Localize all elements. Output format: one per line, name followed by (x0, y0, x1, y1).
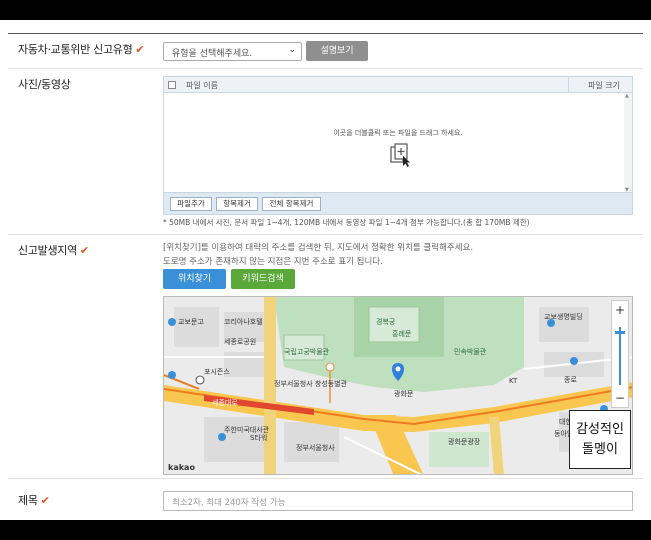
location-map[interactable]: 교보문고 광화문 광화문광장 정부서울청사 세종대로 종로 경복궁 흥례문 민속… (163, 296, 633, 475)
media-label: 사진/동영상 (18, 78, 71, 91)
map-label: 교보문고 (178, 318, 204, 326)
map-zoom-control: + − (611, 300, 629, 408)
overlay-caption: 감성적인 돌멩이 (569, 410, 631, 469)
drop-hint: 이곳을 더블클릭 또는 파일을 드래그 하세요. (333, 129, 463, 137)
map-label: 국립고궁박물관 (284, 348, 330, 356)
map-label: 세종대로 (212, 399, 238, 407)
map-label: 광화문광장 (448, 438, 481, 446)
divider (8, 234, 643, 235)
required-check-icon: ✔ (40, 494, 50, 507)
map-label: 민속박물관 (454, 348, 487, 356)
title-label: 제목 ✔ (18, 494, 50, 507)
remove-all-button[interactable]: 전체 항목제거 (262, 197, 321, 211)
title-input[interactable]: 최소2자, 최대 240자 작성 가능 (163, 491, 633, 511)
divider (8, 478, 643, 479)
map-logo: kakao (168, 463, 195, 472)
overlay-line-1: 감성적인 (576, 422, 624, 437)
map-label: KT (509, 377, 518, 385)
add-file-button[interactable]: 파일추가 (170, 197, 212, 211)
file-uploader[interactable]: 파일 이름 파일 크기 이곳을 더블클릭 또는 파일을 드래그 하세요. ▲ ▼… (163, 76, 633, 215)
scroll-up-icon[interactable]: ▲ (625, 93, 629, 99)
column-file-size: 파일 크기 (588, 81, 620, 90)
report-type-label: 자동차·교통위반 신고유형 ✔ (18, 43, 145, 56)
zoom-in-button[interactable]: + (612, 303, 628, 317)
chevron-down-icon: ⌄ (288, 45, 296, 55)
map-label: S타워 (250, 434, 268, 442)
overlay-line-2: 돌멩이 (582, 442, 618, 457)
map-label: 경복궁 (376, 318, 396, 326)
map-label: 흥례문 (392, 330, 412, 338)
map-label: 세종로공원 (224, 338, 257, 346)
map-label: 광화문 (394, 390, 414, 398)
file-list-scrollbar[interactable]: ▲ ▼ (624, 93, 632, 193)
divider (8, 68, 643, 69)
explain-button[interactable]: 설명보기 (306, 41, 368, 61)
map-label: 정부서울청사 창성동별관 (274, 380, 348, 388)
find-location-button[interactable]: 위치찾기 (163, 269, 226, 289)
remove-item-button[interactable]: 항목제거 (216, 197, 258, 211)
map-label: 포시즌스 (204, 368, 230, 376)
location-description: [위치찾기]를 이용하여 대략의 주소를 검색한 뒤, 지도에서 정확한 위치를… (163, 243, 474, 253)
report-type-select[interactable]: 유형을 선택해주세요. ⌄ (163, 42, 302, 61)
required-check-icon: ✔ (135, 43, 145, 56)
upload-limit-note: * 50MB 내에서 사진, 문서 파일 1~4개, 120MB 내에서 동영상… (163, 218, 530, 227)
file-drop-zone[interactable]: 이곳을 더블클릭 또는 파일을 드래그 하세요. (164, 93, 632, 193)
column-divider (568, 77, 569, 93)
zoom-out-button[interactable]: − (612, 391, 628, 405)
report-form: 자동차·교통위반 신고유형 ✔ 유형을 선택해주세요. ⌄ 설명보기 사진/동영상… (0, 20, 651, 520)
file-add-icon (390, 143, 410, 167)
file-list-header: 파일 이름 파일 크기 (164, 77, 632, 93)
map-label: 교보생명빌딩 (544, 313, 583, 321)
column-file-name: 파일 이름 (186, 81, 218, 90)
required-check-icon: ✔ (79, 244, 89, 257)
select-all-checkbox[interactable] (168, 81, 176, 89)
top-rule (8, 33, 643, 34)
map-label: 종로 (564, 376, 577, 384)
location-description-2: 도로명 주소가 존재하지 않는 지점은 지번 주소로 표기 됩니다. (163, 257, 383, 267)
uploader-toolbar: 파일추가 항목제거 전체 항목제거 (164, 192, 632, 214)
zoom-track[interactable] (619, 327, 621, 385)
zoom-slider-handle[interactable] (615, 331, 625, 334)
keyword-search-button[interactable]: 키워드검색 (231, 269, 295, 289)
location-label: 신고발생지역 ✔ (18, 244, 89, 257)
map-label: 정부서울청사 (296, 444, 335, 452)
map-label: 코리아나호텔 (224, 318, 263, 326)
